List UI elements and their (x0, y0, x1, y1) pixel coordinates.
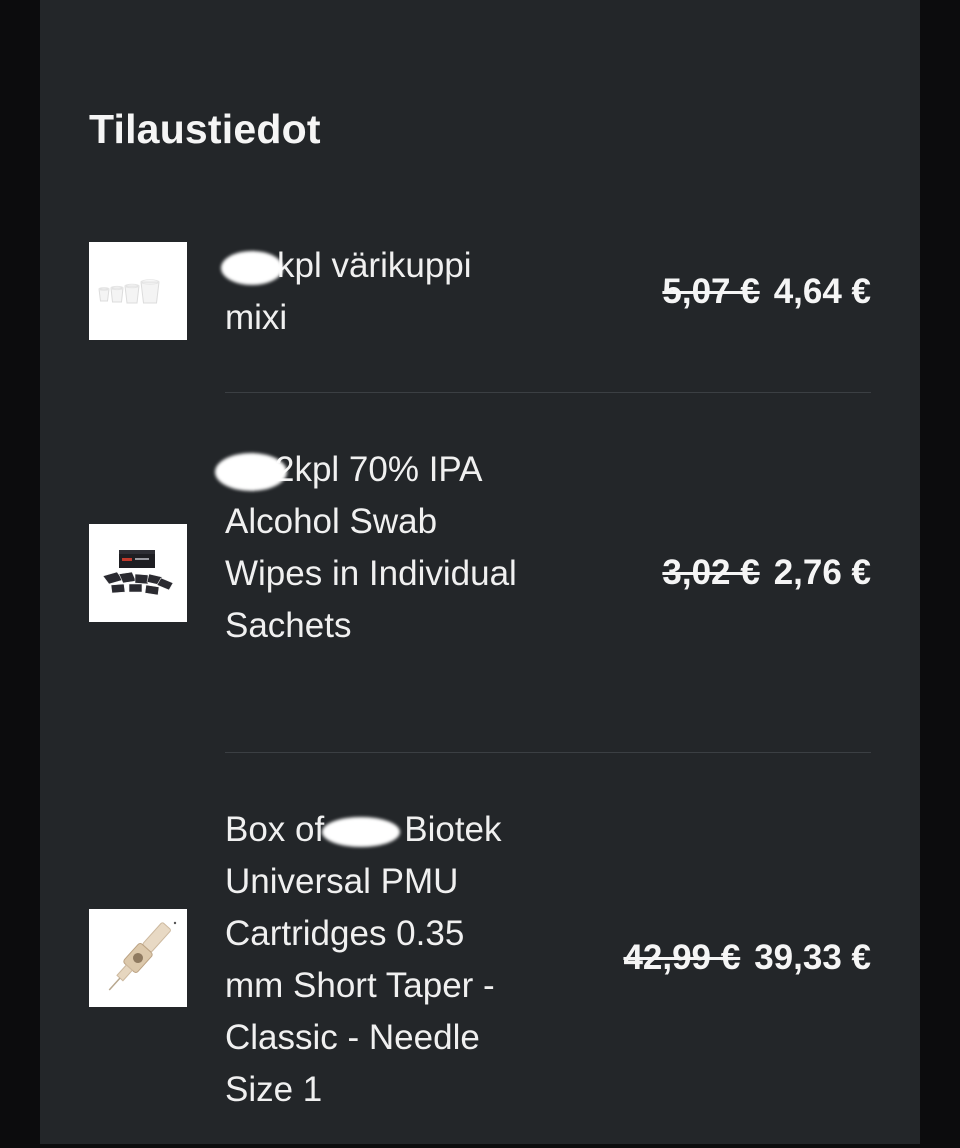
product-name[interactable]: Box of Biotek Universal PMU Cartridges 0.… (225, 804, 525, 1116)
item-price: 3,02 € 2,76 € (662, 553, 871, 593)
discounted-price: 39,33 € (754, 938, 871, 977)
redaction-mark (221, 250, 283, 285)
pmu-cartridge-icon (108, 921, 177, 991)
item-divider (225, 392, 871, 393)
discounted-price: 4,64 € (773, 272, 871, 311)
product-thumbnail[interactable] (89, 242, 187, 340)
section-title: Tilaustiedot (89, 106, 321, 152)
order-details-panel: Tilaustiedot kpl värikuppi mixi 5,07 € 4… (40, 0, 920, 1148)
product-name[interactable]: kpl värikuppi mixi (221, 240, 525, 344)
item-divider (225, 752, 871, 753)
ink-cups-icon (98, 279, 160, 304)
bottom-edge (0, 1144, 960, 1148)
original-price: 3,02 € (662, 553, 760, 592)
product-thumbnail[interactable] (89, 524, 187, 622)
product-name[interactable]: 2kpl 70% IPA Alcohol Swab Wipes in Indiv… (215, 444, 525, 652)
item-price: 5,07 € 4,64 € (662, 272, 871, 312)
alcohol-swab-box-icon (102, 550, 174, 596)
discounted-price: 2,76 € (773, 553, 871, 592)
redaction-mark (215, 452, 287, 491)
original-price: 42,99 € (623, 938, 741, 977)
item-price: 42,99 € 39,33 € (623, 938, 871, 978)
original-price: 5,07 € (662, 272, 760, 311)
redaction-mark (322, 816, 401, 847)
product-thumbnail[interactable] (89, 909, 187, 1007)
